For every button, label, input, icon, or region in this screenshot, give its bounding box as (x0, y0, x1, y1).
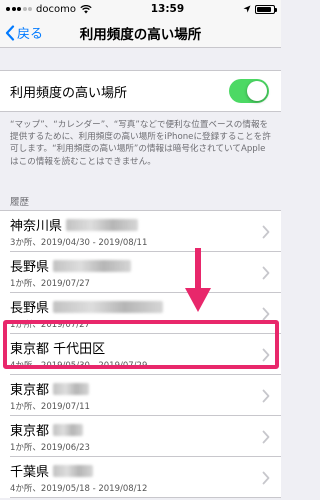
history-row-text: 神奈川県 3か所、2019/04/30 - 2019/08/11 (10, 215, 147, 248)
significant-locations-switch[interactable] (229, 79, 269, 103)
chevron-right-icon (262, 471, 270, 484)
location-arrow-icon (243, 5, 251, 13)
redacted-detail (66, 218, 139, 231)
history-row-title: 神奈川県 (10, 219, 63, 234)
redacted-detail (53, 464, 94, 477)
redacted-detail (53, 259, 132, 272)
history-row-text: 千葉県 4か所、2019/05/18 - 2019/08/12 (10, 461, 147, 494)
toggle-label: 利用頻度の高い場所 (10, 85, 128, 101)
chevron-left-icon (5, 24, 15, 41)
history-row-title-line: 神奈川県 (10, 215, 147, 234)
history-row-title: 東京都 千代田区 (10, 342, 106, 357)
status-bar: docomo 13:59 (0, 0, 281, 18)
history-row-text: 東京都 1か所、2019/07/11 (10, 379, 90, 412)
redacted-detail (53, 300, 164, 313)
history-row-title-line: 長野県 (10, 256, 132, 275)
history-row[interactable]: 長野県 1か所、2019/07/27 (0, 252, 281, 293)
signal-strength-icon (6, 7, 32, 11)
navigation-bar: 戻る 利用頻度の高い場所 (0, 18, 281, 48)
history-row-subtitle: 3か所、2019/04/30 - 2019/08/11 (10, 238, 148, 248)
history-row-text: 長野県 1か所、2019/07/27 (10, 297, 164, 330)
redacted-detail (53, 423, 84, 436)
history-row[interactable]: 東京都 千代田区 4か所、2019/05/30 - 2019/07/29 (0, 334, 281, 375)
toggle-section: 利用頻度の高い場所 (0, 70, 281, 112)
status-left: docomo (6, 4, 92, 15)
status-time: 13:59 (150, 3, 185, 15)
switch-knob (247, 81, 267, 101)
history-row-subtitle: 4か所、2019/05/30 - 2019/07/29 (10, 361, 148, 371)
history-row-title: 東京都 (10, 383, 50, 398)
back-button[interactable]: 戻る (0, 23, 43, 42)
back-label: 戻る (17, 27, 44, 42)
history-row-title: 長野県 (10, 260, 50, 275)
chevron-right-icon (262, 348, 270, 361)
history-row-title-line: 千葉県 (10, 461, 147, 480)
history-row-title: 東京都 (10, 424, 50, 439)
history-row-subtitle: 1か所、2019/06/23 (10, 443, 90, 453)
history-row-text: 東京都 1か所、2019/06/23 (10, 420, 90, 453)
footer-note: “マップ”、“カレンダー”、“写真”などで便利な位置ベースの情報を提供するために… (10, 120, 271, 167)
history-row[interactable]: 東京都 1か所、2019/07/11 (0, 375, 281, 416)
status-right (243, 4, 277, 14)
toggle-row: 利用頻度の高い場所 (0, 71, 281, 111)
history-row-title-line: 東京都 (10, 379, 90, 398)
chevron-right-icon (262, 225, 270, 238)
wifi-icon (80, 4, 92, 13)
chevron-right-icon (262, 266, 270, 279)
chevron-right-icon (262, 389, 270, 402)
history-row[interactable]: 東京都 1か所、2019/06/23 (0, 416, 281, 457)
history-row[interactable]: 千葉県 4か所、2019/05/18 - 2019/08/12 (0, 457, 281, 498)
history-row-subtitle: 1か所、2019/07/11 (10, 402, 90, 412)
carrier-name: docomo (36, 3, 76, 15)
history-list: 神奈川県 3か所、2019/04/30 - 2019/08/11 長野県 1か所… (0, 210, 281, 498)
history-row-title: 千葉県 (10, 465, 50, 480)
history-row-title-line: 東京都 (10, 420, 90, 439)
history-row-title-line: 長野県 (10, 297, 164, 316)
chevron-right-icon (262, 430, 270, 443)
history-row-text: 長野県 1か所、2019/07/27 (10, 256, 132, 289)
history-row[interactable]: 長野県 1か所、2019/07/27 (0, 293, 281, 334)
history-row[interactable]: 神奈川県 3か所、2019/04/30 - 2019/08/11 (0, 211, 281, 252)
history-row-title-line: 東京都 千代田区 (10, 338, 147, 357)
history-section-header: 履歴 (10, 197, 30, 208)
chevron-right-icon (262, 307, 270, 320)
battery-icon (254, 4, 277, 14)
history-row-subtitle: 4か所、2019/05/18 - 2019/08/12 (10, 484, 148, 494)
history-row-text: 東京都 千代田区 4か所、2019/05/30 - 2019/07/29 (10, 338, 147, 371)
battery-fill (256, 6, 271, 12)
history-row-subtitle: 1か所、2019/07/27 (10, 279, 90, 289)
history-row-title: 長野県 (10, 301, 50, 316)
redacted-detail (53, 382, 90, 395)
history-row-subtitle: 1か所、2019/07/27 (10, 320, 90, 330)
